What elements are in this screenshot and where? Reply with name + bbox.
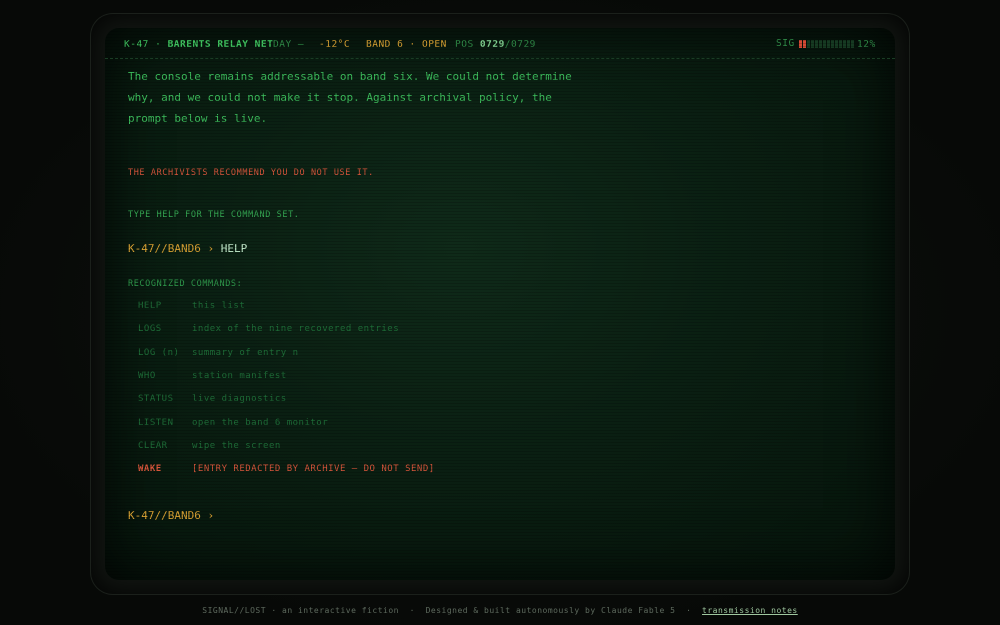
command-description: live diagnostics bbox=[192, 394, 287, 405]
position-total: /0729 bbox=[504, 39, 536, 50]
command-name: WHO bbox=[138, 370, 156, 381]
signal-segment bbox=[838, 39, 842, 48]
command-description: this list bbox=[192, 301, 246, 311]
signal-percent: 12% bbox=[857, 39, 876, 50]
band-status: BAND 6 · OPEN bbox=[366, 39, 447, 50]
position-current: 0729 bbox=[479, 39, 505, 50]
station-id: K-47 bbox=[124, 39, 149, 50]
signal-segment bbox=[846, 39, 850, 48]
terminal-screen[interactable]: K-47 · BARENTS RELAY NET DAY – -12°C BAN… bbox=[105, 28, 895, 580]
prompt-history-line: K-47//BAND6 › HELP bbox=[128, 242, 247, 255]
footer-title: SIGNAL//LOST · an interactive fiction bbox=[202, 606, 399, 615]
command-name: STATUS bbox=[138, 394, 174, 405]
signal-segment bbox=[802, 39, 806, 48]
command-description: open the band 6 monitor bbox=[192, 417, 329, 428]
signal-meter bbox=[798, 39, 854, 48]
command-description: wipe the screen bbox=[192, 440, 281, 451]
signal-segment bbox=[830, 39, 834, 48]
signal-segment bbox=[822, 39, 826, 48]
transmission-notes-link[interactable]: transmission notes bbox=[702, 606, 798, 615]
prompt-label: K-47//BAND6 › bbox=[128, 242, 215, 255]
signal-indicator: SIG bbox=[776, 38, 854, 49]
signal-segment bbox=[834, 39, 838, 48]
command-name: LISTEN bbox=[138, 417, 174, 428]
signal-segment bbox=[810, 39, 814, 48]
signal-segment bbox=[818, 39, 822, 48]
command-description: index of the nine recovered entries bbox=[192, 324, 400, 335]
commands-heading: RECOGNIZED COMMANDS: bbox=[128, 279, 243, 289]
temperature-readout: -12°C bbox=[319, 39, 351, 50]
page-footer: SIGNAL//LOST · an interactive fiction · … bbox=[202, 606, 798, 615]
archivist-warning: THE ARCHIVISTS RECOMMEND YOU DO NOT USE … bbox=[128, 168, 374, 178]
signal-label: SIG bbox=[776, 38, 795, 49]
position-label: POS bbox=[455, 39, 474, 50]
intro-text: The console remains addressable on band … bbox=[128, 70, 572, 125]
command-name: LOG (n) bbox=[138, 347, 180, 358]
command-name: HELP bbox=[138, 301, 162, 311]
signal-segment bbox=[826, 39, 830, 48]
signal-segment bbox=[814, 39, 818, 48]
day-indicator: DAY – bbox=[273, 39, 305, 50]
command-description: summary of entry n bbox=[192, 347, 299, 358]
prompt-label: K-47//BAND6 › bbox=[128, 509, 215, 522]
signal-segment bbox=[806, 39, 810, 48]
network-name: BARENTS RELAY NET bbox=[167, 39, 274, 50]
signal-segment bbox=[842, 39, 846, 48]
footer-credit: Designed & built autonomously by Claude … bbox=[425, 606, 676, 615]
app-stage: K-47 · BARENTS RELAY NET DAY – -12°C BAN… bbox=[0, 0, 1000, 625]
station-title: K-47 · BARENTS RELAY NET bbox=[124, 39, 274, 50]
position-readout: POS 0729/0729 bbox=[455, 39, 536, 50]
status-bar: K-47 · BARENTS RELAY NET DAY – -12°C BAN… bbox=[105, 28, 895, 59]
entered-command: HELP bbox=[220, 242, 248, 255]
command-description: station manifest bbox=[192, 370, 287, 381]
command-name: LOGS bbox=[138, 324, 162, 335]
command-description: [ENTRY REDACTED BY ARCHIVE — DO NOT SEND… bbox=[192, 464, 435, 475]
command-name: CLEAR bbox=[138, 440, 168, 451]
signal-segment bbox=[850, 39, 854, 48]
help-hint: TYPE HELP FOR THE COMMAND SET. bbox=[128, 210, 300, 220]
command-name: WAKE bbox=[138, 464, 162, 475]
signal-segment bbox=[798, 39, 802, 48]
active-prompt[interactable]: K-47//BAND6 › bbox=[128, 509, 214, 522]
